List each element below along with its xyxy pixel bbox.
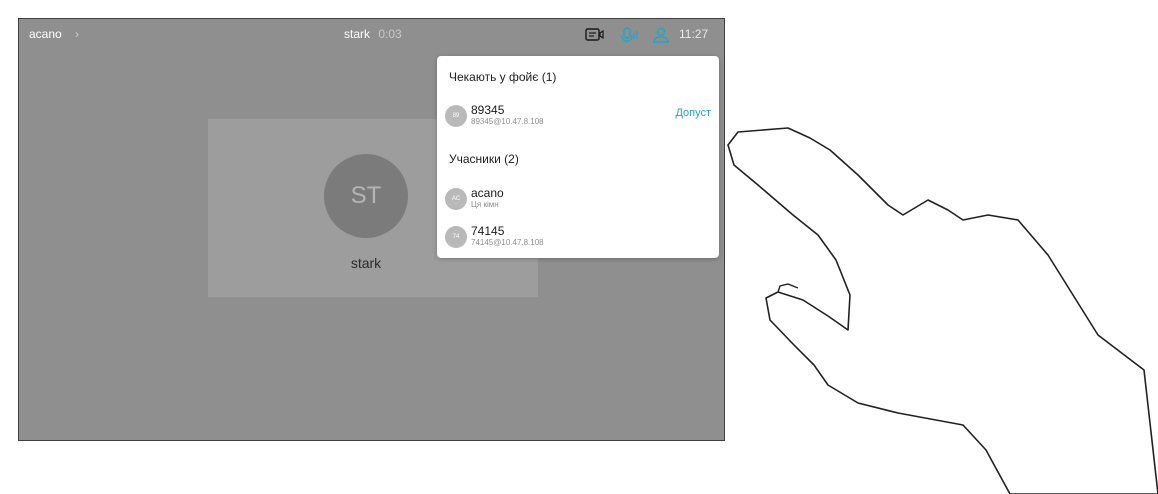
- breadcrumb-label: acano: [29, 27, 62, 41]
- hand-pointer-illustration: [727, 127, 1158, 494]
- avatar: ST: [324, 154, 408, 238]
- participant-name: acano: [471, 186, 504, 200]
- call-info: stark 0:03: [344, 27, 402, 41]
- avatar: AC: [445, 188, 467, 210]
- screen-share-icon[interactable]: [584, 25, 606, 45]
- chevron-right-icon: ›: [75, 27, 80, 41]
- participants-title: Учасники (2): [449, 152, 519, 166]
- microphone-icon[interactable]: [619, 25, 641, 45]
- device-screen: acano › stark 0:03 11:27 ST stark Чекают…: [18, 18, 725, 441]
- clock: 11:27: [679, 27, 709, 41]
- admit-button[interactable]: Допуст: [675, 107, 711, 119]
- participants-icon[interactable]: [651, 25, 673, 45]
- lobby-title: Чекають у фойє (1): [449, 70, 557, 84]
- call-timer: 0:03: [378, 27, 402, 41]
- lobby-address: 89345@10.47.8.108: [471, 117, 544, 126]
- participant-item[interactable]: AC acano Ця кімн: [445, 182, 711, 214]
- participant-address: 74145@10.47.8.108: [471, 238, 544, 247]
- call-name: stark: [344, 27, 371, 41]
- top-bar: acano › stark 0:03 11:27: [19, 19, 724, 51]
- participant-name: 74145: [471, 224, 505, 238]
- avatar: 89: [445, 105, 467, 127]
- breadcrumb[interactable]: acano ›: [29, 27, 79, 41]
- participant-item[interactable]: 74 74145 74145@10.47.8.108: [445, 220, 711, 252]
- lobby-item[interactable]: 89 89345 89345@10.47.8.108 Допуст: [445, 99, 711, 131]
- participants-panel: Чекають у фойє (1) 89 89345 89345@10.47.…: [437, 56, 719, 258]
- participant-subtitle: Ця кімн: [471, 200, 499, 209]
- avatar: 74: [445, 226, 467, 248]
- lobby-name: 89345: [471, 103, 505, 117]
